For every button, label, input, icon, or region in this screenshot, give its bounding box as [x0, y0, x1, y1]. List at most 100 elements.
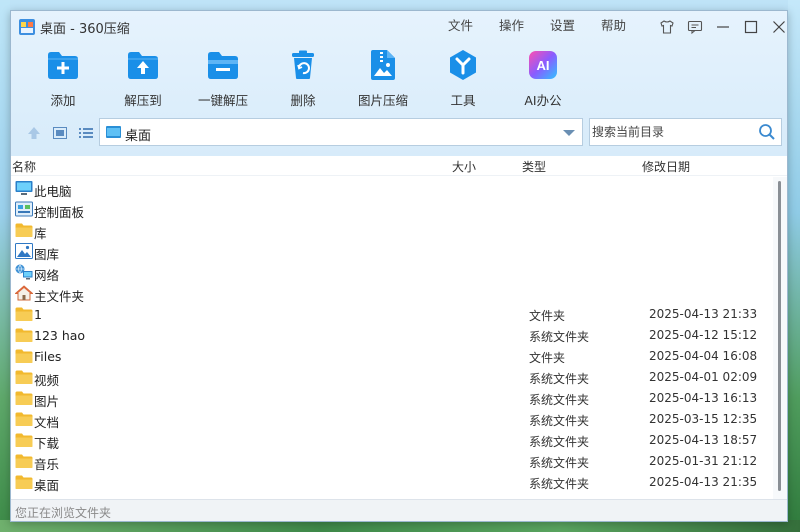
list-item[interactable]: 图库	[11, 241, 773, 262]
feedback-button[interactable]	[681, 15, 709, 39]
list-item[interactable]: 视频 系统文件夹 2025-04-01 02:09	[11, 367, 773, 388]
item-name: 桌面	[34, 478, 60, 493]
feedback-icon	[687, 20, 703, 35]
scrollbar-thumb[interactable]	[778, 181, 781, 491]
folder-icon	[15, 307, 33, 321]
item-type: 系统文件夹	[529, 393, 590, 407]
item-name: 下载	[34, 436, 60, 451]
item-type: 系统文件夹	[529, 372, 590, 386]
delete-label: 删除	[290, 93, 316, 108]
list-item[interactable]: Files 文件夹 2025-04-04 16:08	[11, 346, 773, 367]
item-date: 2025-04-13 18:57	[649, 433, 758, 447]
desktop-background-left	[0, 0, 10, 532]
delete-icon	[292, 50, 314, 79]
item-name: 视频	[34, 373, 60, 388]
item-name: 文档	[34, 415, 60, 430]
add-folder-icon	[48, 52, 78, 79]
one-click-extract-button[interactable]: 一键解压	[183, 49, 263, 111]
tools-label: 工具	[450, 93, 476, 108]
window-chrome: 桌面 - 360压缩 文件 操作 设置 帮助 添加 解压到 一键解压 删除 图片…	[11, 11, 787, 156]
thumbnail-view-button[interactable]	[47, 122, 73, 144]
ai-office-label: AI办公	[524, 93, 562, 108]
item-name: 音乐	[34, 457, 60, 472]
window-controls	[653, 15, 787, 39]
folder-icon	[15, 433, 33, 447]
ai-office-icon: AI	[529, 51, 557, 79]
list-item[interactable]: 下载 系统文件夹 2025-04-13 18:57	[11, 430, 773, 451]
list-item[interactable]: 1 文件夹 2025-04-13 21:33	[11, 304, 773, 325]
list-item[interactable]: 文档 系统文件夹 2025-03-15 12:35	[11, 409, 773, 430]
ai-badge-text: AI	[537, 58, 550, 73]
extract-to-icon	[128, 52, 158, 79]
column-name[interactable]: 名称	[12, 158, 36, 175]
item-name: 123 hao	[34, 328, 86, 343]
folder-icon	[15, 412, 33, 426]
item-name: 1	[34, 307, 42, 322]
ai-office-button[interactable]: AI AI办公	[503, 49, 583, 111]
column-type[interactable]: 类型	[522, 158, 546, 175]
vertical-scrollbar[interactable]	[773, 177, 787, 499]
thumbnail-view-icon	[53, 127, 67, 139]
title-bar[interactable]: 桌面 - 360压缩 文件 操作 设置 帮助	[11, 11, 787, 43]
item-type: 文件夹	[529, 309, 566, 323]
item-name: Files	[34, 349, 62, 364]
menu-help[interactable]: 帮助	[588, 17, 639, 35]
menu-action[interactable]: 操作	[486, 17, 537, 35]
add-label: 添加	[50, 93, 76, 108]
main-toolbar: 添加 解压到 一键解压 删除 图片压缩 工具 AI AI办公	[23, 49, 583, 111]
item-date: 2025-04-13 21:33	[649, 307, 758, 321]
list-item[interactable]: 图片 系统文件夹 2025-04-13 16:13	[11, 388, 773, 409]
search-icon[interactable]	[758, 123, 776, 141]
desktop-background-right	[788, 0, 800, 532]
folder-icon	[15, 223, 33, 237]
arrow-up-icon	[28, 127, 40, 139]
list-item[interactable]: 桌面 系统文件夹 2025-04-13 21:35	[11, 472, 773, 493]
home-icon	[15, 285, 33, 301]
up-level-button[interactable]	[21, 122, 47, 144]
status-bar: 您正在浏览文件夹	[11, 499, 787, 521]
address-bar[interactable]: 桌面	[99, 118, 583, 146]
list-item[interactable]: 库	[11, 220, 773, 241]
app-window: 桌面 - 360压缩 文件 操作 设置 帮助 添加 解压到 一键解压 删除 图片…	[10, 10, 788, 522]
list-item[interactable]: 123 hao 系统文件夹 2025-04-12 15:12	[11, 325, 773, 346]
folder-icon	[15, 454, 33, 468]
column-modified[interactable]: 修改日期	[642, 158, 690, 175]
column-size[interactable]: 大小	[452, 158, 476, 175]
item-type: 系统文件夹	[529, 456, 590, 470]
folder-icon	[15, 328, 33, 342]
list-view-button[interactable]	[73, 122, 99, 144]
extract-to-button[interactable]: 解压到	[103, 49, 183, 111]
address-dropdown-icon[interactable]	[563, 130, 575, 136]
item-name: 图库	[34, 247, 60, 262]
list-item[interactable]: 网络	[11, 262, 773, 283]
delete-button[interactable]: 删除	[263, 49, 343, 111]
menu-file[interactable]: 文件	[435, 17, 486, 35]
item-name: 主文件夹	[34, 289, 85, 304]
window-title: 桌面 - 360压缩	[40, 22, 130, 37]
item-name: 图片	[34, 394, 60, 409]
minimize-button[interactable]	[709, 15, 737, 39]
add-button[interactable]: 添加	[23, 49, 103, 111]
list-item[interactable]: 控制面板	[11, 199, 773, 220]
item-date: 2025-04-12 15:12	[649, 328, 758, 342]
extract-to-label: 解压到	[124, 93, 162, 108]
menu-settings[interactable]: 设置	[537, 17, 588, 35]
list-item[interactable]: 主文件夹	[11, 283, 773, 304]
tools-button[interactable]: 工具	[423, 49, 503, 111]
list-view-icon	[79, 128, 93, 138]
control-panel-icon	[15, 201, 33, 217]
skin-button[interactable]	[653, 15, 681, 39]
folder-icon	[15, 370, 33, 384]
item-date: 2025-04-13 16:13	[649, 391, 758, 405]
item-name: 此电脑	[34, 184, 72, 199]
maximize-button[interactable]	[737, 15, 765, 39]
list-header: 名称 大小 类型 修改日期	[11, 156, 787, 176]
list-item[interactable]: 此电脑	[11, 178, 773, 199]
image-compress-icon	[371, 50, 395, 80]
list-item[interactable]: 音乐 系统文件夹 2025-01-31 21:12	[11, 451, 773, 472]
image-compress-button[interactable]: 图片压缩	[343, 49, 423, 111]
search-input[interactable]	[590, 119, 750, 145]
item-type: 系统文件夹	[529, 330, 590, 344]
network-icon	[15, 264, 33, 280]
close-button[interactable]	[765, 15, 787, 39]
